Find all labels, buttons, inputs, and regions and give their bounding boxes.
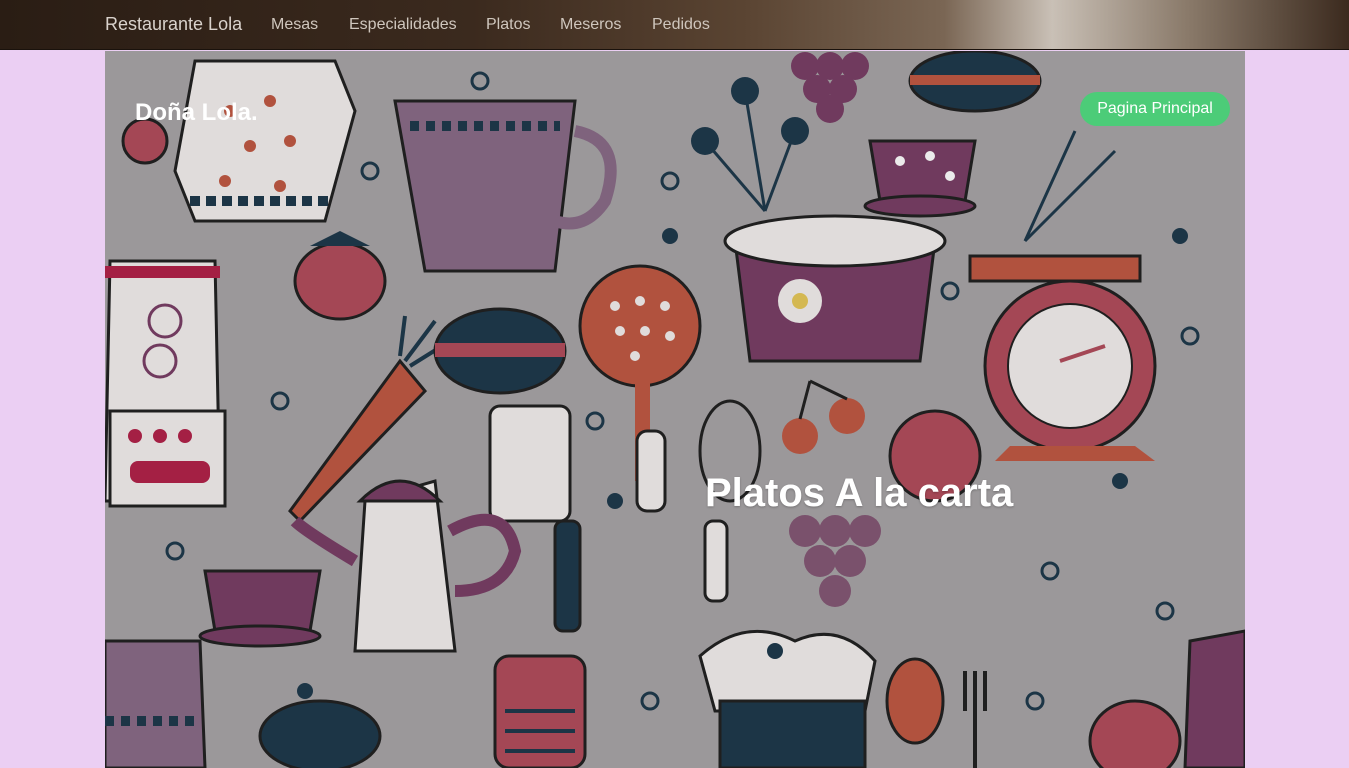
nav-link-mesas[interactable]: Mesas (271, 16, 318, 34)
nav-link-pedidos[interactable]: Pedidos (652, 16, 710, 34)
section-heading: Platos A la carta (705, 471, 1014, 515)
hero-overlay (105, 51, 1245, 768)
navbar-brand[interactable]: Restaurante Lola (105, 14, 242, 35)
site-title: Doña Lola. (135, 99, 258, 126)
hero-banner: Doña Lola. Pagina Principal Platos A la … (105, 51, 1245, 768)
home-page-button[interactable]: Pagina Principal (1080, 92, 1230, 126)
nav-link-platos[interactable]: Platos (486, 16, 530, 34)
nav-link-especialidades[interactable]: Especialidades (349, 16, 457, 34)
top-navbar: Restaurante Lola Mesas Especialidades Pl… (0, 0, 1349, 50)
nav-link-meseros[interactable]: Meseros (560, 16, 621, 34)
